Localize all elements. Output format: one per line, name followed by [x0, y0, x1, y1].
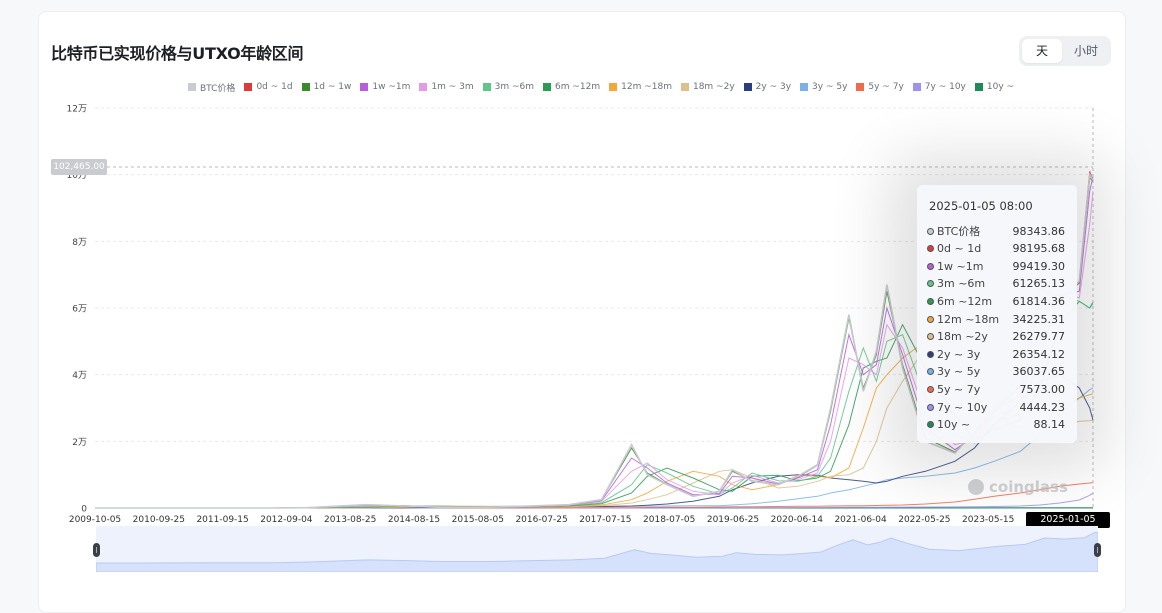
tooltip: 2025-01-05 08:00 BTC价格98343.860d ~ 1d981…: [917, 185, 1077, 443]
tooltip-label: 2y ~ 3y: [937, 348, 1013, 361]
x-tick-label: 2015-08-05: [452, 515, 504, 525]
tooltip-row: 5y ~ 7y7573.00: [927, 381, 1065, 397]
x-tick-label: 2017-07-15: [579, 515, 631, 525]
x-tick-label: 2012-09-04: [260, 515, 313, 525]
tooltip-value: 88.14: [1034, 418, 1066, 431]
tooltip-dot-icon: [927, 280, 934, 287]
y-tick-label: 6万: [72, 305, 87, 315]
tooltip-dot-icon: [927, 245, 934, 252]
tooltip-label: 12m ~18m: [937, 313, 1013, 326]
tooltip-dot-icon: [927, 421, 934, 428]
x-tick-label: 2022-05-25: [898, 515, 950, 525]
tooltip-row: 0d ~ 1d98195.68: [927, 241, 1065, 257]
x-axis: 2009-10-05 2010-09-25 2011-09-15 2012-09-04…: [69, 508, 1093, 525]
tooltip-value: 26279.77: [1013, 330, 1066, 343]
tooltip-value: 34225.31: [1013, 313, 1066, 326]
tooltip-label: BTC价格: [937, 223, 1013, 239]
x-tick-label: 2019-06-25: [707, 515, 759, 525]
x-tick-label: 2023-05-15: [962, 515, 1014, 525]
tooltip-label: 1w ~1m: [937, 260, 1013, 273]
y-tick-label: 0: [81, 505, 87, 515]
tooltip-value: 61265.13: [1013, 277, 1066, 290]
tooltip-dot-icon: [927, 333, 934, 340]
x-tick-label: 2013-08-25: [324, 515, 376, 525]
tooltip-value: 4444.23: [1020, 401, 1066, 414]
tooltip-row: BTC价格98343.86: [927, 223, 1065, 239]
tooltip-value: 99419.30: [1013, 260, 1066, 273]
tooltip-row: 12m ~18m34225.31: [927, 311, 1065, 327]
tooltip-dot-icon: [927, 316, 934, 323]
tooltip-label: 3y ~ 5y: [937, 365, 1013, 378]
tooltip-dot-icon: [927, 404, 934, 411]
tooltip-value: 26354.12: [1013, 348, 1066, 361]
tooltip-row: 3y ~ 5y36037.65: [927, 364, 1065, 380]
tooltip-label: 3m ~6m: [937, 277, 1013, 290]
tooltip-dot-icon: [927, 386, 934, 393]
tooltip-row: 18m ~2y26279.77: [927, 329, 1065, 345]
tooltip-row: 10y ~88.14: [927, 417, 1065, 433]
y-tick-label: 12万: [67, 105, 87, 115]
x-tick-label: 2014-08-15: [388, 515, 440, 525]
y-tick-label: 4万: [72, 371, 87, 381]
data-zoom-handle-right[interactable]: [1094, 543, 1101, 557]
tooltip-value: 36037.65: [1013, 365, 1066, 378]
x-tick-label: 2018-07-05: [643, 515, 695, 525]
y-tick-label: 8万: [72, 238, 87, 248]
tooltip-value: 7573.00: [1020, 383, 1066, 396]
x-tick-label: 2011-09-15: [196, 515, 248, 525]
tooltip-dot-icon: [927, 351, 934, 358]
tooltip-row: 6m ~12m61814.36: [927, 293, 1065, 309]
tooltip-label: 6m ~12m: [937, 295, 1013, 308]
tooltip-value: 98195.68: [1013, 242, 1066, 255]
tooltip-dot-icon: [927, 263, 934, 270]
tooltip-row: 1w ~1m99419.30: [927, 258, 1065, 274]
tooltip-date: 2025-01-05 08:00: [929, 199, 1033, 213]
watermark-text: coinglass: [989, 478, 1068, 496]
x-tick-label: 2016-07-25: [515, 515, 567, 525]
y-tick-label: 2万: [72, 438, 87, 448]
x-tick-label: 2020-06-14: [771, 515, 824, 525]
data-zoom-area: [96, 533, 1098, 573]
watermark: coinglass: [968, 478, 1068, 496]
tooltip-dot-icon: [927, 228, 934, 235]
data-zoom-handle-left[interactable]: [93, 543, 100, 557]
tooltip-row: 2y ~ 3y26354.12: [927, 346, 1065, 362]
tooltip-value: 98343.86: [1013, 225, 1066, 238]
tooltip-label: 5y ~ 7y: [937, 383, 1020, 396]
tooltip-row: 7y ~ 10y4444.23: [927, 399, 1065, 415]
crosshair-price-label: 102,465.00: [51, 159, 107, 175]
data-zoom-slider[interactable]: [96, 526, 1098, 572]
coinglass-logo-icon: [968, 479, 984, 495]
tooltip-dot-icon: [927, 368, 934, 375]
tooltip-value: 61814.36: [1013, 295, 1066, 308]
tooltip-label: 0d ~ 1d: [937, 242, 1013, 255]
tooltip-row: 3m ~6m61265.13: [927, 276, 1065, 292]
data-zoom-preview: [96, 526, 1098, 572]
x-tick-label: 2021-06-04: [834, 515, 887, 525]
tooltip-label: 18m ~2y: [937, 330, 1013, 343]
tooltip-dot-icon: [927, 298, 934, 305]
tooltip-label: 7y ~ 10y: [937, 401, 1020, 414]
x-tick-label: 2010-09-25: [133, 515, 185, 525]
tooltip-label: 10y ~: [937, 418, 1034, 431]
x-tick-label: 2009-10-05: [69, 515, 121, 525]
